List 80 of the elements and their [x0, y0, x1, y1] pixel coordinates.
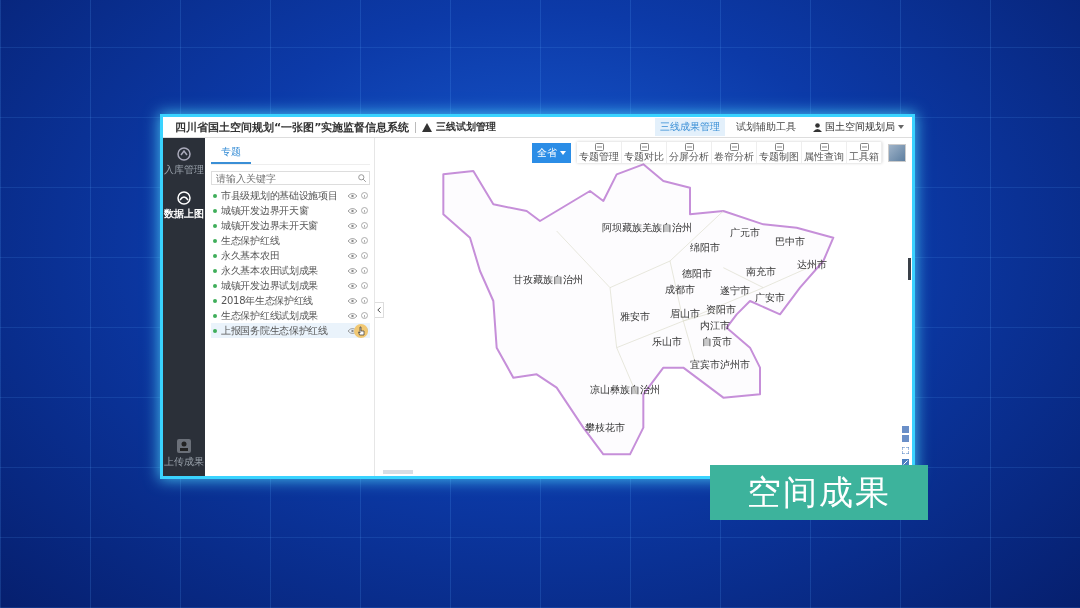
- sidebar-item[interactable]: 数据上图: [164, 188, 204, 224]
- tool-button[interactable]: 工具箱: [847, 142, 882, 163]
- caption-banner: 空间成果: [710, 465, 928, 520]
- layer-item[interactable]: 永久基本农田: [211, 248, 370, 263]
- map-label: 资阳市: [706, 305, 736, 315]
- dot-icon: [213, 253, 217, 258]
- tool-button[interactable]: 分屏分析: [667, 142, 712, 163]
- hand-cursor-icon: [354, 324, 368, 338]
- eye-icon: [348, 237, 357, 244]
- layer-item[interactable]: 永久基本农田试划成果: [211, 263, 370, 278]
- map-label: 巴中市: [775, 237, 805, 247]
- sidebar-item[interactable]: 上传成果: [164, 436, 204, 472]
- eye-icon: [348, 327, 357, 334]
- scroll-thumb: [908, 258, 911, 280]
- layer-item[interactable]: 上报国务院生态保护红线: [211, 323, 370, 338]
- map-label: 阿坝藏族羌族自治州: [602, 223, 692, 233]
- map-label: 绵阳市: [690, 243, 720, 253]
- map-label: 南充市: [746, 267, 776, 277]
- basemap-thumbnail[interactable]: [888, 143, 906, 162]
- search-field[interactable]: 请输入关键字: [211, 171, 370, 185]
- eye-icon: [348, 267, 357, 274]
- map-label: 达州市: [797, 260, 827, 270]
- sidebar-item[interactable]: 入库管理: [164, 144, 204, 180]
- layer-item[interactable]: 城镇开发边界未开天窗: [211, 218, 370, 233]
- dot-icon: [213, 298, 217, 303]
- dot-icon: [213, 208, 217, 213]
- map-label: 内江市: [700, 321, 730, 331]
- dot-icon: [213, 193, 217, 198]
- user-icon: [813, 122, 822, 132]
- dot-icon: [213, 313, 217, 318]
- map-label: 甘孜藏族自治州: [513, 275, 583, 285]
- map-label: 德阳市: [682, 269, 712, 279]
- map-label: 眉山市: [670, 309, 700, 319]
- map-label: 攀枝花市: [585, 423, 625, 433]
- layer-item[interactable]: 市县级规划的基础设施项目: [211, 188, 370, 203]
- mountain-icon: [422, 122, 433, 132]
- scale-bar: [383, 470, 413, 474]
- map-label: 凉山彝族自治州: [590, 385, 660, 395]
- map-label: 成都市: [665, 285, 695, 295]
- dot-icon: [213, 283, 217, 288]
- map-label: 广元市: [730, 228, 760, 238]
- dot-icon: [213, 268, 217, 273]
- module-menu[interactable]: 三线试划管理: [422, 120, 497, 134]
- map-label: 乐山市: [652, 337, 682, 347]
- layer-item[interactable]: 生态保护红线: [211, 233, 370, 248]
- tool-button[interactable]: 属性查询: [802, 142, 847, 163]
- layer-item[interactable]: 2018年生态保护红线: [211, 293, 370, 308]
- eye-icon: [348, 297, 357, 304]
- eye-icon: [348, 207, 357, 214]
- eye-icon: [348, 222, 357, 229]
- layer-item[interactable]: 生态保护红线试划成果: [211, 308, 370, 323]
- panel-tab[interactable]: 专题: [211, 142, 251, 164]
- dot-icon: [213, 328, 217, 333]
- eye-icon: [348, 252, 357, 259]
- dot-icon: [213, 223, 217, 228]
- chevron-left-icon: [377, 307, 381, 313]
- map-label: 遂宁市: [720, 286, 750, 296]
- eye-icon: [348, 282, 357, 289]
- map-label: 雅安市: [620, 312, 650, 322]
- search-icon: [358, 174, 366, 182]
- caret-icon: [560, 150, 566, 155]
- tool-button[interactable]: 卷帘分析: [712, 142, 757, 163]
- caret-icon: [898, 125, 904, 129]
- fullscreen-icon: [902, 447, 909, 454]
- eye-icon: [348, 192, 357, 199]
- eye-icon: [348, 312, 357, 319]
- collapse-handle[interactable]: [375, 302, 384, 318]
- map-label: 自贡市: [702, 337, 732, 347]
- layer-item[interactable]: 城镇开发边界试划成果: [211, 278, 370, 293]
- map-label: 宜宾市: [690, 360, 720, 370]
- tool-button[interactable]: 专题管理: [577, 142, 622, 163]
- layer-item[interactable]: 城镇开发边界开天窗: [211, 203, 370, 218]
- tool-button[interactable]: 专题制图: [757, 142, 802, 163]
- user-menu[interactable]: 国土空间规划局: [813, 120, 904, 134]
- map-label: 广安市: [755, 293, 785, 303]
- app-title: 四川省国土空间规划“一张图”实施监督信息系统: [175, 119, 410, 135]
- tool-button[interactable]: 专题对比: [622, 142, 667, 163]
- map-label: 泸州市: [720, 360, 750, 370]
- dot-icon: [213, 238, 217, 243]
- nav-tab[interactable]: 试划辅助工具: [731, 118, 801, 136]
